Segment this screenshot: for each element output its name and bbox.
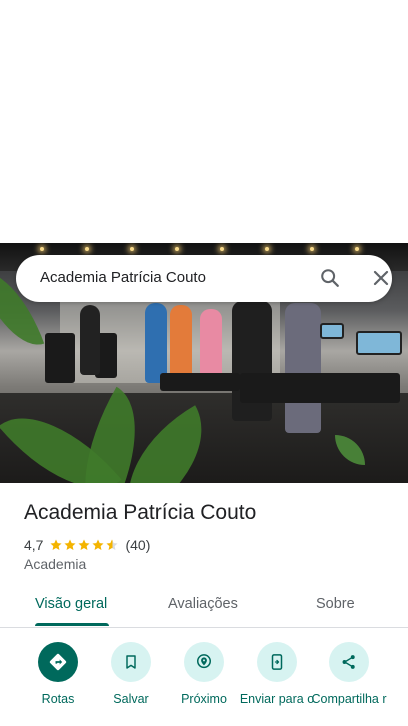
send-to-phone-button[interactable]: Enviar para o xyxy=(237,640,317,706)
photo-light xyxy=(265,247,269,251)
photo-light xyxy=(175,247,179,251)
rating-stars xyxy=(49,538,119,552)
share-button[interactable]: Compartilha r xyxy=(309,640,389,706)
place-category: Academia xyxy=(24,556,87,572)
save-label: Salvar xyxy=(113,692,149,706)
rating-row[interactable]: 4,7 (40) xyxy=(24,536,150,554)
send-to-phone-icon[interactable] xyxy=(257,642,297,682)
close-icon[interactable] xyxy=(371,268,391,288)
photo-bike xyxy=(45,333,75,383)
tab-overview[interactable]: Visão geral xyxy=(35,596,107,612)
directions-icon[interactable] xyxy=(38,642,78,682)
bookmark-icon[interactable] xyxy=(111,642,151,682)
place-title: Academia Patrícia Couto xyxy=(24,501,257,524)
save-button[interactable]: Salvar xyxy=(91,640,171,706)
photo-person xyxy=(145,303,167,383)
share-label: Compartilha r xyxy=(311,692,387,706)
photo-person xyxy=(232,301,272,421)
photo-light xyxy=(220,247,224,251)
reviews-count[interactable]: (40) xyxy=(125,537,150,553)
photo-person xyxy=(80,305,100,375)
tab-reviews[interactable]: Avaliações xyxy=(168,596,238,612)
nearby-label: Próximo xyxy=(181,692,227,706)
directions-label: Rotas xyxy=(41,692,75,706)
tabs-divider xyxy=(0,627,408,628)
star-half-icon xyxy=(106,539,119,550)
search-icon[interactable] xyxy=(319,267,341,289)
photo-treadmill-screen xyxy=(356,331,402,355)
action-buttons: Rotas Salvar Próximo Enviar para o Compa… xyxy=(0,640,408,726)
map-area-blank xyxy=(0,0,408,243)
nearby-icon[interactable] xyxy=(184,642,224,682)
star-icon xyxy=(50,539,63,550)
photo-person xyxy=(170,305,192,380)
photo-person xyxy=(285,303,321,433)
star-icon xyxy=(92,539,105,550)
photo-treadmill xyxy=(240,373,400,403)
photo-light xyxy=(355,247,359,251)
place-tabs: Visão geral Avaliações Sobre xyxy=(0,590,408,628)
send-to-phone-label: Enviar para o xyxy=(239,692,315,706)
photo-light xyxy=(85,247,89,251)
nearby-button[interactable]: Próximo xyxy=(164,640,244,706)
photo-treadmill-screen xyxy=(320,323,344,339)
star-icon xyxy=(64,539,77,550)
photo-light xyxy=(40,247,44,251)
photo-treadmill xyxy=(160,373,240,391)
share-icon[interactable] xyxy=(329,642,369,682)
rating-value: 4,7 xyxy=(24,537,44,553)
star-icon xyxy=(78,539,91,550)
active-tab-indicator xyxy=(35,623,109,626)
photo-light xyxy=(310,247,314,251)
tab-about[interactable]: Sobre xyxy=(316,596,355,612)
search-input[interactable]: Academia Patrícia Couto xyxy=(40,269,206,286)
photo-light xyxy=(130,247,134,251)
directions-button[interactable]: Rotas xyxy=(18,640,98,706)
search-bar[interactable]: Academia Patrícia Couto xyxy=(16,255,392,302)
